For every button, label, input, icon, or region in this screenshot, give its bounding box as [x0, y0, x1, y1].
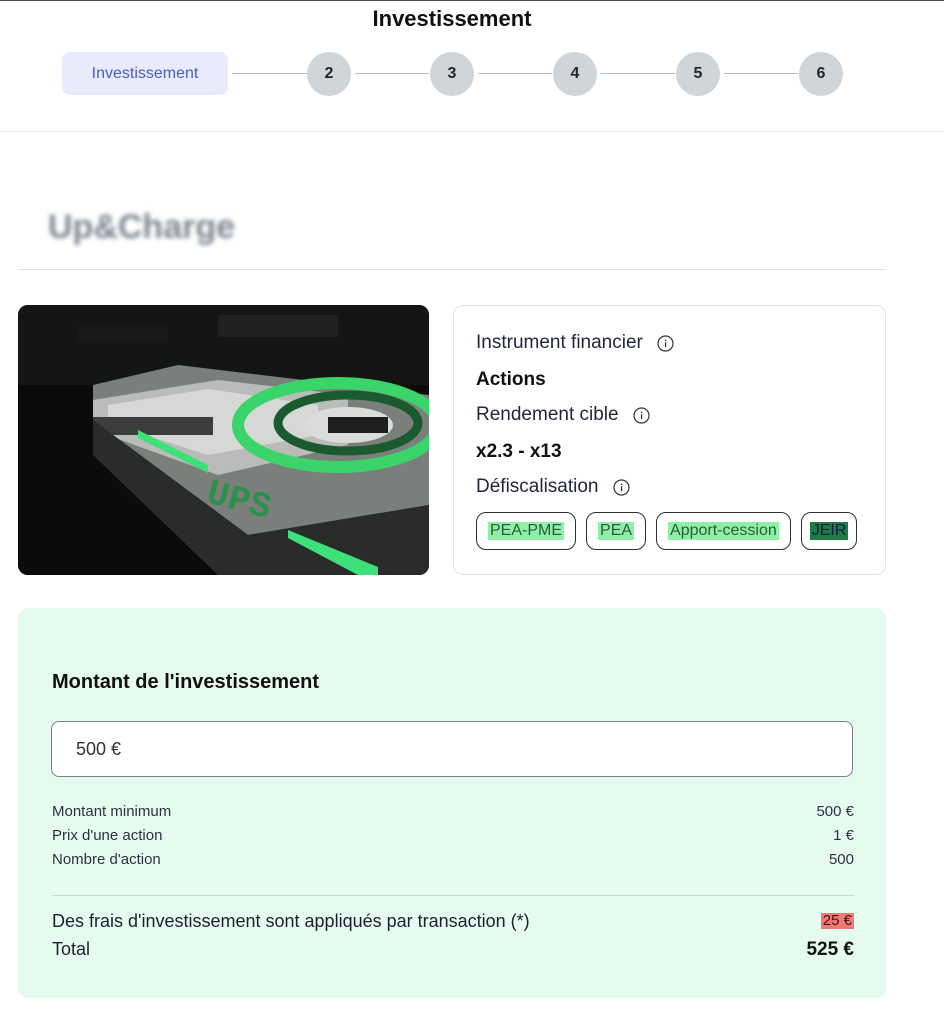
tax-tags: PEA-PME PEA Apport-cession JEIR	[476, 512, 858, 550]
total-label: Total	[52, 939, 91, 959]
detail-value: 500 €	[816, 803, 854, 820]
detail-row-count: Nombre d'action 500	[52, 851, 854, 868]
fee-value: 25 €	[820, 912, 854, 929]
detail-label: Prix d'une action	[52, 827, 163, 844]
step-connector	[355, 73, 429, 74]
step-connector	[478, 73, 552, 74]
tag-pea: PEA	[586, 512, 647, 550]
section-divider	[18, 269, 886, 270]
instrument-value: Actions	[476, 369, 546, 390]
info-icon[interactable]	[612, 478, 630, 496]
stepper: Investissement 2 3 4 5 6	[62, 52, 862, 96]
tag-apport-cession: Apport-cession	[656, 512, 791, 550]
project-image-graphic: UPS	[18, 305, 429, 575]
tag-label: PEA	[598, 522, 635, 540]
page-title: Investissement	[372, 6, 532, 31]
investment-title: Montant de l'investissement	[52, 671, 320, 693]
detail-value: 500	[828, 851, 854, 868]
tag-label: Apport-cession	[668, 522, 779, 540]
company-logo-text: Up&Charge	[48, 208, 235, 246]
fee-row: Des frais d'investissement sont appliqué…	[52, 911, 854, 932]
info-icon[interactable]	[632, 406, 650, 424]
total-value: 525 €	[806, 939, 854, 960]
tag-jeir: JEIR	[800, 512, 858, 550]
total-row: Total 525 €	[52, 939, 854, 961]
detail-row-price: Prix d'une action 1 €	[52, 827, 854, 844]
step-1-investissement[interactable]: Investissement	[62, 52, 228, 95]
instrument-label-row: Instrument financier	[476, 332, 674, 354]
company-logo: Up&Charge	[48, 208, 235, 246]
tag-pea-pme: PEA-PME	[476, 512, 577, 550]
step-connector	[601, 73, 675, 74]
amount-input[interactable]	[51, 721, 853, 777]
page-header: Investissement Investissement 2 3 4 5 6	[0, 0, 944, 132]
step-2[interactable]: 2	[307, 52, 351, 96]
defiscalisation-label: Défiscalisation	[476, 476, 599, 497]
step-6[interactable]: 6	[799, 52, 843, 96]
detail-value: 1 €	[833, 827, 854, 844]
step-connector	[232, 73, 307, 74]
detail-row-minimum: Montant minimum 500 €	[52, 803, 854, 820]
investment-panel: Montant de l'investissement Montant mini…	[18, 608, 886, 998]
step-5[interactable]: 5	[676, 52, 720, 96]
instrument-label: Instrument financier	[476, 332, 643, 353]
defiscalisation-label-row: Défiscalisation	[476, 476, 630, 498]
fee-label: Des frais d'investissement sont appliqué…	[52, 911, 530, 931]
step-4[interactable]: 4	[553, 52, 597, 96]
rendement-value: x2.3 - x13	[476, 441, 562, 462]
tag-label: PEA-PME	[488, 522, 565, 540]
info-card: Instrument financier Actions Rendement c…	[453, 305, 886, 575]
rendement-label: Rendement cible	[476, 404, 619, 425]
rendement-label-row: Rendement cible	[476, 404, 650, 426]
detail-label: Nombre d'action	[52, 851, 161, 868]
step-connector	[724, 73, 798, 74]
tag-label: JEIR	[809, 522, 849, 540]
step-3[interactable]: 3	[430, 52, 474, 96]
info-icon[interactable]	[657, 334, 674, 352]
panel-divider	[52, 895, 854, 896]
detail-label: Montant minimum	[52, 803, 172, 820]
project-image: UPS	[18, 305, 429, 575]
